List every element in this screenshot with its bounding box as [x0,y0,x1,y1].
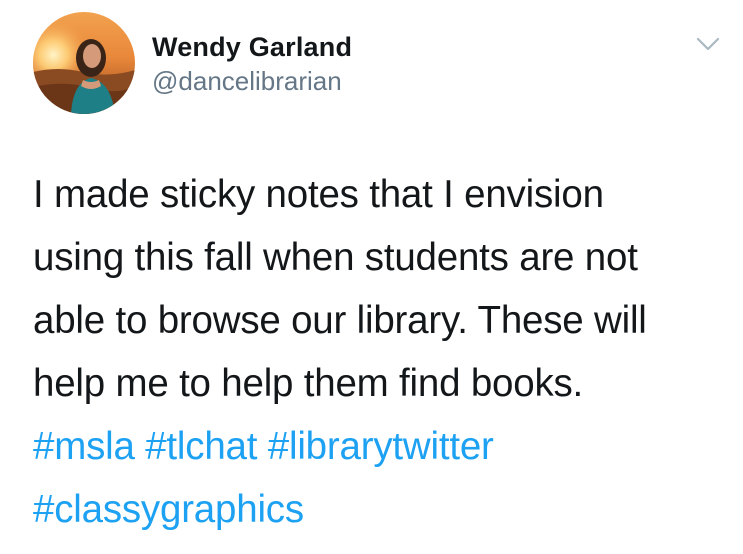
profile-photo [33,12,135,114]
avatar[interactable] [33,12,135,114]
hashtag-line: #classygraphics [33,478,723,541]
user-handle[interactable]: @dancelibrarian [152,64,352,98]
tweet-text-line: I made sticky notes that I envision [33,173,604,216]
tweet-text: I made sticky notes that I envision usin… [33,163,723,541]
hashtag-line: #msla #tlchat #librarytwitter [33,415,723,478]
hashtag-tlchat[interactable]: #tlchat [145,425,257,468]
hashtag-msla[interactable]: #msla [33,425,135,468]
tweet-text-line: able to browse our library. These will [33,299,647,342]
tweet-text-line: using this fall when students are not [33,236,638,279]
tweet-text-line: help me to help them find books. [33,362,584,405]
hashtag-classygraphics[interactable]: #classygraphics [33,488,304,531]
user-info: Wendy Garland @dancelibrarian [152,30,352,98]
chevron-down-icon[interactable] [692,30,724,58]
tweet-card: Wendy Garland @dancelibrarian I made sti… [0,0,743,554]
display-name[interactable]: Wendy Garland [152,30,352,64]
hashtag-librarytwitter[interactable]: #librarytwitter [268,425,494,468]
